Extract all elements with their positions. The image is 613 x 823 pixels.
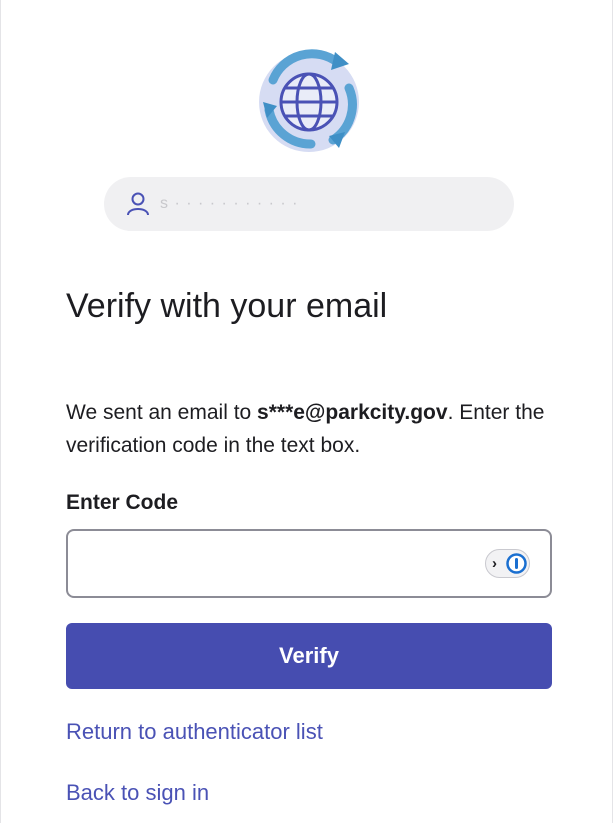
code-input[interactable] <box>66 529 552 598</box>
identifier-value: s · · · · · · · · · · · <box>160 195 299 212</box>
description-prefix: We sent an email to <box>66 401 258 424</box>
back-to-sign-in-link[interactable]: Back to sign in <box>66 779 209 807</box>
return-to-authenticator-list-link[interactable]: Return to authenticator list <box>66 718 323 746</box>
globe-refresh-icon <box>251 44 367 160</box>
page-title: Verify with your email <box>66 287 388 325</box>
chevron-right-icon: › <box>492 555 497 572</box>
verify-button[interactable]: Verify <box>66 623 552 689</box>
user-icon <box>126 191 150 217</box>
code-field-label: Enter Code <box>66 491 179 514</box>
identifier-pill: s · · · · · · · · · · · <box>104 177 514 231</box>
masked-email: s***e@parkcity.gov <box>257 401 448 424</box>
auth-card: s · · · · · · · · · · · Verify with your… <box>0 0 613 823</box>
verification-description: We sent an email to s***e@parkcity.gov. … <box>66 396 556 462</box>
password-manager-key-icon <box>506 553 527 574</box>
password-manager-icon[interactable]: › <box>485 549 530 578</box>
